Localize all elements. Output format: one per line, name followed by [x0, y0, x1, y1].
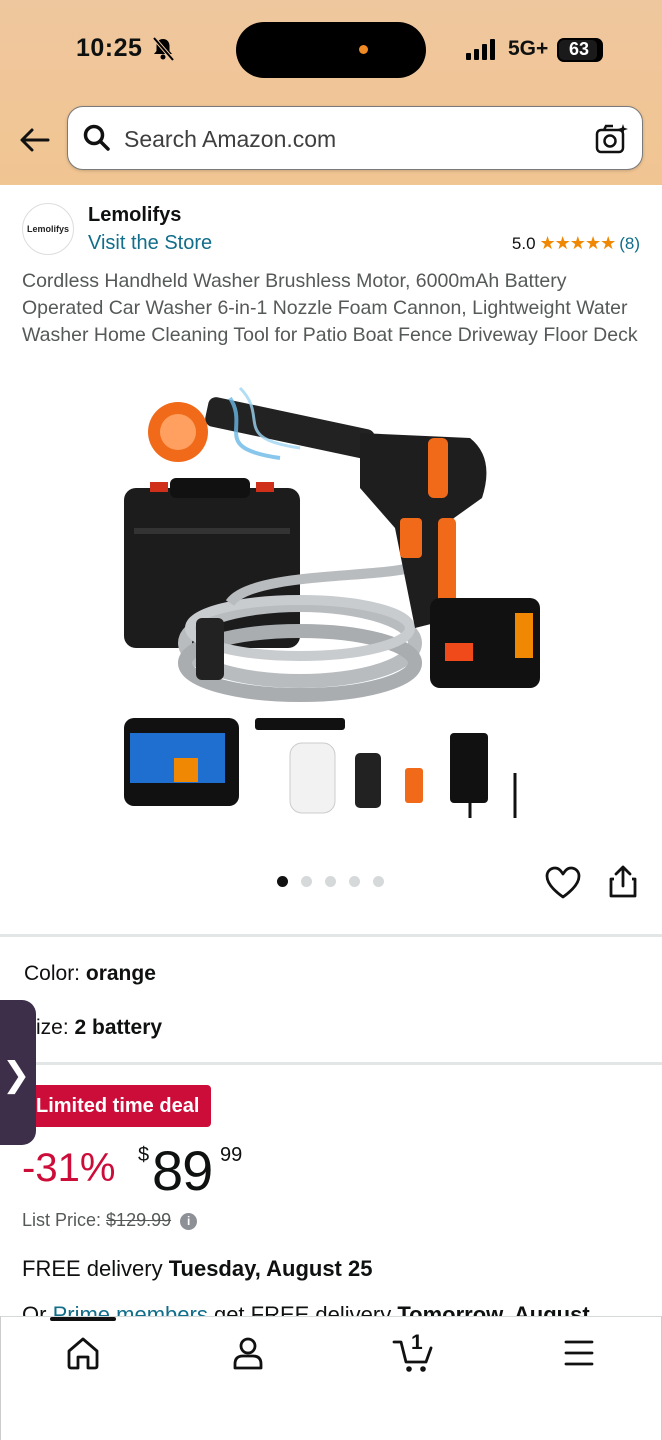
- search-bar[interactable]: Search Amazon.com: [67, 106, 643, 170]
- discount-percent: -31%: [22, 1146, 116, 1190]
- size-selection[interactable]: ize: 2 battery: [36, 1016, 162, 1040]
- home-icon[interactable]: [64, 1334, 102, 1372]
- bell-muted-icon: [152, 36, 175, 62]
- product-image[interactable]: [110, 378, 550, 828]
- network-type: 5G+: [508, 37, 549, 60]
- carousel-dot[interactable]: [349, 876, 360, 887]
- rating-count[interactable]: (8): [619, 234, 640, 254]
- side-drawer-tab[interactable]: ❯: [0, 1000, 36, 1145]
- visit-store-link[interactable]: Visit the Store: [88, 232, 212, 255]
- size-label: ize:: [36, 1016, 69, 1039]
- section-divider: [0, 934, 662, 937]
- size-value: 2 battery: [74, 1016, 163, 1039]
- rating-value: 5.0: [511, 233, 536, 253]
- search-input[interactable]: Search Amazon.com: [124, 126, 336, 153]
- delivery-prefix: FREE delivery: [22, 1256, 163, 1281]
- delivery-info: FREE delivery Tuesday, August 25: [22, 1256, 372, 1282]
- limited-deal-badge: Limited time deal: [24, 1085, 212, 1127]
- star-rating-icon: ★★★★★: [539, 233, 617, 253]
- list-price-label: List Price:: [22, 1210, 102, 1230]
- price-fraction: 99: [220, 1144, 243, 1166]
- rating-summary[interactable]: 5.0 ★★★★★ (8): [512, 233, 640, 254]
- section-divider: [0, 1062, 662, 1065]
- delivery-date: Tuesday, August 25: [168, 1256, 373, 1281]
- info-icon[interactable]: i: [180, 1212, 198, 1230]
- active-tab-indicator: [50, 1317, 116, 1321]
- carousel-dot[interactable]: [301, 876, 312, 887]
- camera-indicator: [359, 45, 368, 54]
- cart-button[interactable]: 1: [392, 1331, 436, 1374]
- carousel-dot[interactable]: [277, 876, 288, 887]
- battery-icon: 63: [557, 38, 603, 62]
- cart-count: 1: [411, 1331, 423, 1354]
- status-time: 10:25: [76, 34, 143, 62]
- store-logo-text: Lemolifys: [26, 224, 69, 234]
- store-logo[interactable]: Lemolifys: [22, 203, 74, 255]
- price-whole: 89: [152, 1139, 213, 1202]
- camera-search-icon[interactable]: [594, 121, 630, 157]
- share-icon[interactable]: [608, 864, 638, 900]
- color-selection[interactable]: Color: orange: [24, 962, 156, 986]
- price-currency: $: [138, 1144, 150, 1166]
- chevron-right-icon: ❯: [2, 1056, 31, 1094]
- back-arrow-icon[interactable]: [18, 124, 50, 156]
- menu-icon[interactable]: [562, 1338, 596, 1368]
- account-icon[interactable]: [229, 1334, 267, 1372]
- product-title: Cordless Handheld Washer Brushless Motor…: [22, 270, 638, 346]
- color-value: orange: [85, 962, 156, 985]
- carousel-dot[interactable]: [373, 876, 384, 887]
- dynamic-island: [236, 22, 426, 78]
- app-header: 10:25 5G+ 63 Search Amazon.com: [0, 0, 662, 185]
- store-name: Lemolifys: [88, 204, 182, 226]
- heart-icon[interactable]: [545, 866, 581, 900]
- color-label: Color:: [24, 962, 81, 985]
- battery-level: 63: [568, 39, 590, 59]
- carousel-dot[interactable]: [325, 876, 336, 887]
- signal-icon: [466, 38, 498, 60]
- search-icon: [83, 124, 110, 151]
- list-price-value: $129.99: [106, 1210, 172, 1230]
- image-carousel-dots[interactable]: [277, 876, 384, 887]
- list-price: List Price: $129.99 i: [22, 1210, 198, 1231]
